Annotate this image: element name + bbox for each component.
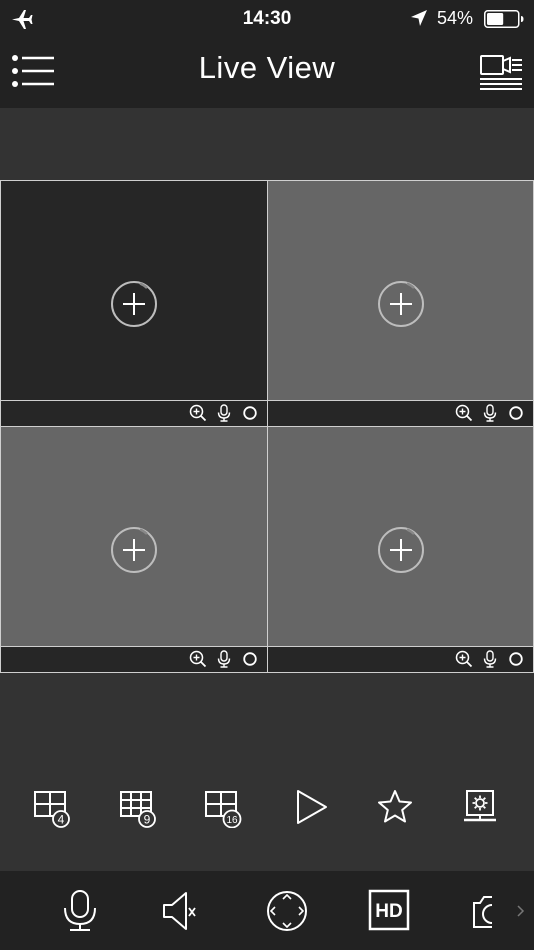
- microphone-icon[interactable]: [215, 404, 233, 422]
- battery-icon: [484, 10, 524, 28]
- favorites-icon[interactable]: [375, 786, 415, 828]
- scroll-right-arrow-icon[interactable]: [514, 901, 528, 921]
- add-camera-icon[interactable]: [376, 525, 426, 575]
- layout-9-icon[interactable]: 9: [119, 786, 159, 828]
- live-view-grid: [0, 180, 534, 673]
- snapshot-icon[interactable]: [470, 889, 514, 933]
- video-window-1[interactable]: [0, 180, 268, 427]
- video-window-toolbar: [268, 646, 533, 672]
- record-icon[interactable]: [507, 404, 525, 422]
- layout-4-icon[interactable]: 4: [33, 786, 73, 828]
- layout-9-label: 9: [144, 813, 151, 827]
- nav-bar: Live View: [0, 38, 534, 108]
- add-camera-icon[interactable]: [109, 525, 159, 575]
- bottom-control-bar: HD: [0, 871, 534, 950]
- live-view-toolbar: 4 9 16: [0, 782, 534, 834]
- video-window-toolbar: [1, 646, 267, 672]
- zoom-in-icon[interactable]: [189, 650, 207, 668]
- zoom-in-icon[interactable]: [455, 650, 473, 668]
- mute-icon[interactable]: [160, 889, 204, 933]
- record-icon[interactable]: [241, 404, 259, 422]
- layout-16-icon[interactable]: 16: [204, 786, 244, 828]
- add-camera-icon[interactable]: [109, 279, 159, 329]
- microphone-icon[interactable]: [481, 650, 499, 668]
- video-window-3[interactable]: [0, 426, 268, 673]
- battery-percent: 54%: [437, 8, 474, 28]
- add-camera-icon[interactable]: [376, 279, 426, 329]
- battery-level-fill: [487, 13, 504, 25]
- layout-4-label: 4: [58, 813, 65, 827]
- menu-list-icon[interactable]: [10, 54, 56, 88]
- status-bar: 14:30 54%: [0, 0, 534, 38]
- zoom-in-icon[interactable]: [189, 404, 207, 422]
- layout-16-label: 16: [226, 815, 238, 826]
- video-window-toolbar: [268, 400, 533, 426]
- record-icon[interactable]: [507, 650, 525, 668]
- video-window-2[interactable]: [267, 180, 534, 427]
- hd-label: HD: [375, 901, 402, 922]
- microphone-icon[interactable]: [215, 650, 233, 668]
- playback-icon[interactable]: [292, 786, 332, 828]
- zoom-in-icon[interactable]: [455, 404, 473, 422]
- talk-icon[interactable]: [58, 889, 102, 933]
- camera-list-icon[interactable]: [478, 54, 524, 90]
- remote-config-icon[interactable]: [460, 786, 500, 828]
- hd-icon[interactable]: HD: [368, 889, 412, 933]
- video-window-toolbar: [1, 400, 267, 426]
- record-icon[interactable]: [241, 650, 259, 668]
- microphone-icon[interactable]: [481, 404, 499, 422]
- page-title: Live View: [198, 50, 336, 85]
- ptz-icon[interactable]: [265, 889, 309, 933]
- location-arrow-icon: [411, 10, 427, 26]
- video-window-4[interactable]: [267, 426, 534, 673]
